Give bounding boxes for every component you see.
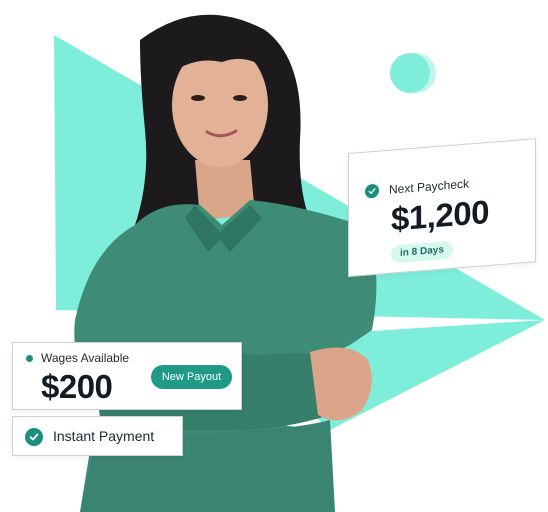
instant-payment-card: Instant Payment (12, 416, 183, 456)
days-badge: in 8 Days (391, 240, 453, 264)
status-dot-icon (26, 355, 33, 362)
next-paycheck-amount: $1,200 (391, 192, 489, 238)
wages-available-card: Wages Available $200 New Payout (12, 342, 242, 410)
instant-payment-label: Instant Payment (53, 428, 155, 444)
hand (310, 347, 372, 421)
next-paycheck-card: Next Paycheck $1,200 in 8 Days (348, 138, 536, 277)
new-payout-button[interactable]: New Payout (151, 365, 232, 389)
next-paycheck-label: Next Paycheck (389, 176, 470, 197)
wages-available-label: Wages Available (41, 351, 130, 365)
check-circle-icon (365, 183, 379, 199)
wages-amount: $200 (41, 368, 113, 405)
left-eye (191, 95, 205, 101)
right-eye (233, 95, 247, 101)
check-circle-icon (25, 428, 43, 446)
